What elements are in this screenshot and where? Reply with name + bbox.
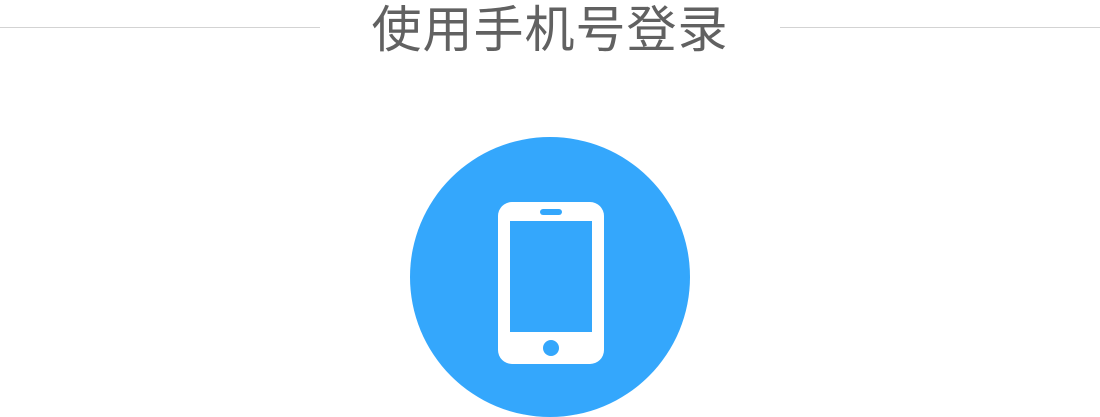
- mobile-phone-icon: [498, 202, 604, 364]
- login-header: 使用手机号登录: [0, 0, 1100, 60]
- right-divider: [780, 27, 1100, 28]
- page-title: 使用手机号登录: [371, 1, 729, 59]
- left-divider: [0, 27, 320, 28]
- phone-login-button[interactable]: [410, 137, 690, 417]
